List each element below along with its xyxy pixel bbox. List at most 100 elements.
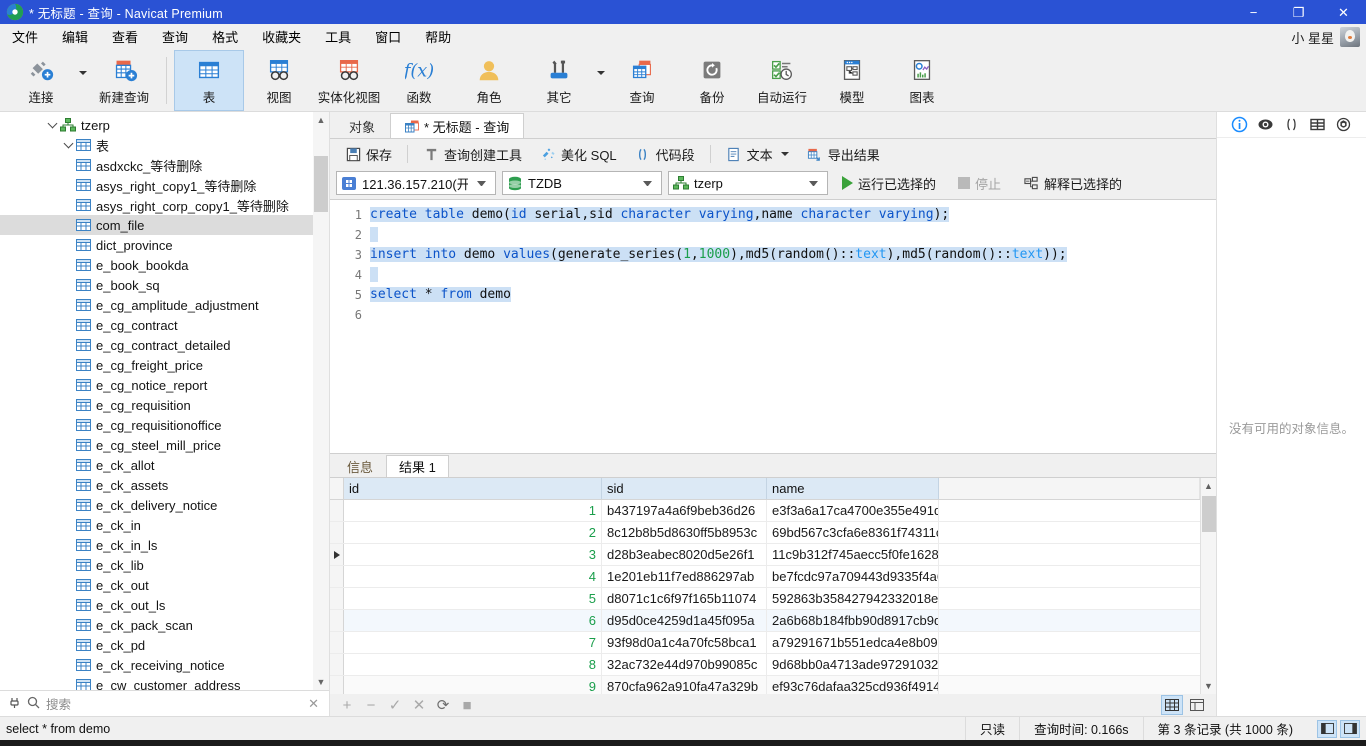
- tree-item-table[interactable]: dict_province: [0, 235, 329, 255]
- menu-help[interactable]: 帮助: [413, 24, 463, 49]
- cancel-change-button[interactable]: ✕: [408, 695, 430, 715]
- row-marker[interactable]: [330, 676, 344, 694]
- table-row[interactable]: 5 d8071c1c6f97f165b11074 592863b3584279423…: [330, 588, 1200, 610]
- tree-item-table[interactable]: e_cg_requisitionoffice: [0, 415, 329, 435]
- query-builder-button[interactable]: 查询创建工具: [414, 141, 531, 168]
- ribbon-view-button[interactable]: 视图: [244, 50, 314, 111]
- row-marker[interactable]: [330, 654, 344, 675]
- table-grid-icon[interactable]: [1309, 116, 1326, 133]
- refresh-button[interactable]: ⟳: [432, 695, 454, 715]
- toggle-right-panel-button[interactable]: [1340, 719, 1360, 738]
- scroll-track[interactable]: [1201, 494, 1217, 678]
- scroll-down-icon[interactable]: ▼: [313, 674, 329, 690]
- menu-tools[interactable]: 工具: [313, 24, 363, 49]
- tab-objects[interactable]: 对象: [334, 113, 391, 138]
- ribbon-table-button[interactable]: 表: [174, 50, 244, 111]
- table-row[interactable]: 1 b437197a4a6f9beb36d26 e3f3a6a17ca4700e35…: [330, 500, 1200, 522]
- tree-item-table[interactable]: e_ck_in_ls: [0, 535, 329, 555]
- cell-id[interactable]: 1: [344, 500, 602, 521]
- code-line[interactable]: [370, 305, 1216, 325]
- minimize-button[interactable]: −: [1231, 0, 1276, 24]
- cell-name[interactable]: 9d68bb0a4713ade972910327: [767, 654, 939, 675]
- tree-item-table[interactable]: e_book_bookda: [0, 255, 329, 275]
- scroll-up-icon[interactable]: ▲: [1201, 478, 1217, 494]
- ribbon-backup-button[interactable]: 备份: [677, 50, 747, 111]
- tree-item-table[interactable]: e_ck_receiving_notice: [0, 655, 329, 675]
- ribbon-model-button[interactable]: 模型: [817, 50, 887, 111]
- eye-icon[interactable]: [1257, 116, 1274, 133]
- row-marker[interactable]: [330, 522, 344, 543]
- save-button[interactable]: 保存: [336, 141, 401, 168]
- menu-query[interactable]: 查询: [150, 24, 200, 49]
- tree-item-table[interactable]: e_cg_amplitude_adjustment: [0, 295, 329, 315]
- cell-sid[interactable]: 8c12b8b5d8630ff5b8953c: [602, 522, 767, 543]
- result-grid[interactable]: id sid name 1 b437197a4a6f9beb36d26 e3f3a6…: [330, 478, 1200, 694]
- ribbon-chart-button[interactable]: 图表: [887, 50, 957, 111]
- tab-query[interactable]: * 无标题 - 查询: [390, 113, 525, 138]
- tree-item-table[interactable]: e_ck_pack_scan: [0, 615, 329, 635]
- ribbon-new-query-button[interactable]: 新建查询: [89, 50, 159, 111]
- tree-item-table[interactable]: e_ck_lib: [0, 555, 329, 575]
- maximize-button[interactable]: ❐: [1276, 0, 1321, 24]
- host-combobox[interactable]: 121.36.157.210(开发: [336, 171, 496, 195]
- tree-item-table[interactable]: e_ck_delivery_notice: [0, 495, 329, 515]
- tree-item-table[interactable]: e_book_sq: [0, 275, 329, 295]
- cell-name[interactable]: ef93c76dafaa325cd936f49144: [767, 676, 939, 694]
- code-line[interactable]: [370, 265, 1216, 285]
- grid-header-id[interactable]: id: [344, 478, 602, 499]
- sidebar-search-bar[interactable]: 搜索 ✕: [0, 690, 329, 716]
- code-line[interactable]: [370, 225, 1216, 245]
- row-marker[interactable]: [330, 500, 344, 521]
- cell-name[interactable]: e3f3a6a17ca4700e355e491d0: [767, 500, 939, 521]
- grid-body[interactable]: 1 b437197a4a6f9beb36d26 e3f3a6a17ca4700e35…: [330, 500, 1200, 694]
- explain-selected-button[interactable]: 解释已选择的: [1015, 170, 1130, 197]
- cell-sid[interactable]: 93f98d0a1c4a70fc58bca1: [602, 632, 767, 653]
- run-selected-button[interactable]: 运行已选择的: [834, 170, 944, 197]
- cell-sid[interactable]: b437197a4a6f9beb36d26: [602, 500, 767, 521]
- cell-sid[interactable]: 870cfa962a910fa47a329b: [602, 676, 767, 694]
- table-row[interactable]: 9 870cfa962a910fa47a329b ef93c76dafaa325cd…: [330, 676, 1200, 694]
- grid-header-name[interactable]: name: [767, 478, 939, 499]
- schema-combobox[interactable]: tzerp: [668, 171, 828, 195]
- scroll-down-icon[interactable]: ▼: [1201, 678, 1217, 694]
- cell-sid[interactable]: d8071c1c6f97f165b11074: [602, 588, 767, 609]
- cell-name[interactable]: be7fcdc97a709443d9335f4a6: [767, 566, 939, 587]
- tree-item-table[interactable]: e_cg_contract: [0, 315, 329, 335]
- grid-view-button[interactable]: [1161, 695, 1183, 715]
- code-line[interactable]: insert into demo values(generate_series(…: [370, 245, 1216, 265]
- tree-node-tables[interactable]: 表: [0, 135, 329, 155]
- tree-item-table[interactable]: e_cg_steel_mill_price: [0, 435, 329, 455]
- cell-name[interactable]: a79291671b551edca4e8b092: [767, 632, 939, 653]
- tree-item-table[interactable]: e_cw_customer_address: [0, 675, 329, 690]
- sql-code-area[interactable]: create table demo(id serial,sid characte…: [370, 200, 1216, 453]
- tree-item-table[interactable]: e_ck_out: [0, 575, 329, 595]
- chevron-down-icon[interactable]: [643, 180, 652, 186]
- ribbon-other-button[interactable]: 其它: [524, 50, 594, 111]
- info-icon[interactable]: [1231, 116, 1248, 133]
- tree-item-table[interactable]: com_file: [0, 215, 329, 235]
- cell-id[interactable]: 7: [344, 632, 602, 653]
- add-record-button[interactable]: +: [336, 695, 358, 715]
- gear-icon[interactable]: [1335, 116, 1352, 133]
- row-marker[interactable]: [330, 588, 344, 609]
- ribbon-connection-button[interactable]: 连接: [6, 50, 76, 111]
- tree-node-tzerp[interactable]: tzerp: [0, 115, 329, 135]
- search-input[interactable]: 搜索: [46, 694, 300, 713]
- menu-file[interactable]: 文件: [0, 24, 50, 49]
- text-mode-button[interactable]: 文本: [717, 141, 798, 168]
- menu-window[interactable]: 窗口: [363, 24, 413, 49]
- tree-item-table[interactable]: e_cg_notice_report: [0, 375, 329, 395]
- expand-chevron-icon[interactable]: [44, 118, 60, 129]
- form-view-button[interactable]: [1186, 695, 1208, 715]
- cell-sid[interactable]: d95d0ce4259d1a45f095a: [602, 610, 767, 631]
- object-tree[interactable]: tzerp 表 asdxckc_等待删除 asys_right_copy1_等待删…: [0, 112, 329, 690]
- ribbon-role-button[interactable]: 角色: [454, 50, 524, 111]
- sql-editor[interactable]: 1 2 3 4 5 6 create table demo(id serial,sid c…: [330, 199, 1216, 454]
- cell-name[interactable]: 11c9b312f745aecc5f0fe16285: [767, 544, 939, 565]
- tab-result-1[interactable]: 结果 1: [386, 455, 449, 477]
- table-row[interactable]: 3 d28b3eabec8020d5e26f1 11c9b312f745aecc5f…: [330, 544, 1200, 566]
- tab-info[interactable]: 信息: [334, 455, 387, 477]
- menu-view[interactable]: 查看: [100, 24, 150, 49]
- cell-id[interactable]: 6: [344, 610, 602, 631]
- sidebar-scrollbar[interactable]: ▲ ▼: [313, 112, 329, 690]
